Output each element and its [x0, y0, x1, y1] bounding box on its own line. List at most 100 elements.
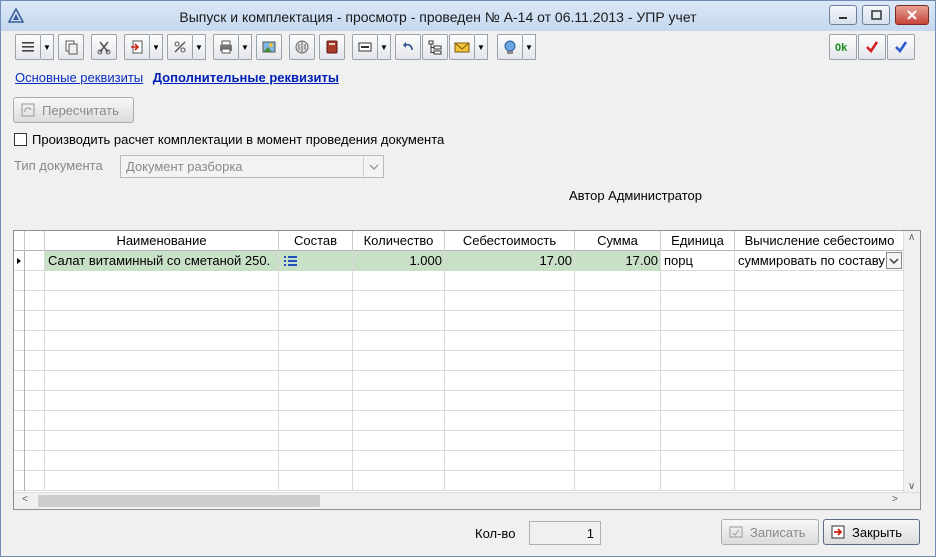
- tree-button[interactable]: [422, 34, 448, 60]
- import-button[interactable]: [124, 34, 150, 60]
- network-button[interactable]: [497, 34, 523, 60]
- scroll-down-icon[interactable]: ∨: [908, 481, 915, 492]
- empty-cell[interactable]: [735, 351, 904, 371]
- empty-cell[interactable]: [735, 451, 904, 471]
- cell-cost[interactable]: 17.00: [445, 251, 575, 271]
- save-button[interactable]: Записать: [721, 519, 819, 545]
- empty-cell[interactable]: [45, 291, 279, 311]
- col-header-name[interactable]: Наименование: [45, 231, 279, 251]
- empty-cell[interactable]: [279, 351, 353, 371]
- recalculate-button[interactable]: Пересчитать: [13, 97, 134, 123]
- empty-cell[interactable]: [25, 371, 45, 391]
- cut-button[interactable]: [91, 34, 117, 60]
- empty-cell[interactable]: [735, 371, 904, 391]
- card-dropdown[interactable]: ▼: [378, 34, 391, 60]
- empty-cell[interactable]: [445, 391, 575, 411]
- picture-button[interactable]: [256, 34, 282, 60]
- empty-cell[interactable]: [353, 451, 445, 471]
- empty-cell[interactable]: [445, 311, 575, 331]
- empty-cell[interactable]: [279, 411, 353, 431]
- list-menu-button[interactable]: [15, 34, 41, 60]
- empty-cell[interactable]: [353, 431, 445, 451]
- empty-row[interactable]: [14, 351, 920, 371]
- empty-cell[interactable]: [735, 471, 904, 491]
- empty-cell[interactable]: [45, 471, 279, 491]
- empty-cell[interactable]: [575, 391, 661, 411]
- empty-cell[interactable]: [353, 471, 445, 491]
- tab-main-details[interactable]: Основные реквизиты: [15, 70, 143, 85]
- empty-cell[interactable]: [353, 311, 445, 331]
- empty-cell[interactable]: [45, 331, 279, 351]
- print-dropdown[interactable]: ▼: [239, 34, 252, 60]
- empty-cell[interactable]: [575, 271, 661, 291]
- empty-cell[interactable]: [445, 331, 575, 351]
- empty-cell[interactable]: [353, 351, 445, 371]
- empty-cell[interactable]: [575, 411, 661, 431]
- empty-cell[interactable]: [353, 411, 445, 431]
- cell-name[interactable]: Салат витаминный со сметаной 250.: [45, 251, 279, 271]
- minimize-button[interactable]: [829, 5, 857, 25]
- structure-button[interactable]: [289, 34, 315, 60]
- empty-cell[interactable]: [45, 351, 279, 371]
- empty-cell[interactable]: [279, 371, 353, 391]
- empty-cell[interactable]: [25, 471, 45, 491]
- empty-cell[interactable]: [45, 371, 279, 391]
- empty-cell[interactable]: [25, 411, 45, 431]
- import-dropdown[interactable]: ▼: [150, 34, 163, 60]
- horizontal-scrollbar[interactable]: < >: [14, 492, 920, 509]
- empty-cell[interactable]: [445, 291, 575, 311]
- calc-on-post-checkbox[interactable]: [14, 133, 27, 146]
- empty-row[interactable]: [14, 471, 920, 491]
- maximize-button[interactable]: [862, 5, 890, 25]
- network-dropdown[interactable]: ▼: [523, 34, 536, 60]
- empty-row[interactable]: [14, 431, 920, 451]
- empty-cell[interactable]: [25, 351, 45, 371]
- book-button[interactable]: [319, 34, 345, 60]
- scroll-up-icon[interactable]: ∧: [908, 232, 915, 243]
- empty-cell[interactable]: [279, 431, 353, 451]
- tab-additional-details[interactable]: Дополнительные реквизиты: [153, 70, 339, 85]
- empty-cell[interactable]: [575, 351, 661, 371]
- list-menu-dropdown[interactable]: ▼: [41, 34, 54, 60]
- cell-composition[interactable]: [279, 251, 353, 271]
- empty-row[interactable]: [14, 451, 920, 471]
- percent-button[interactable]: [167, 34, 193, 60]
- col-header-unit[interactable]: Единица: [661, 231, 735, 251]
- ok-button[interactable]: 0k: [829, 34, 857, 60]
- col-header-sum[interactable]: Сумма: [575, 231, 661, 251]
- empty-cell[interactable]: [25, 331, 45, 351]
- empty-cell[interactable]: [279, 391, 353, 411]
- empty-cell[interactable]: [575, 311, 661, 331]
- empty-row[interactable]: [14, 391, 920, 411]
- empty-cell[interactable]: [45, 431, 279, 451]
- empty-cell[interactable]: [445, 411, 575, 431]
- empty-cell[interactable]: [353, 291, 445, 311]
- empty-cell[interactable]: [661, 391, 735, 411]
- empty-row[interactable]: [14, 371, 920, 391]
- empty-cell[interactable]: [735, 431, 904, 451]
- mail-button[interactable]: [449, 34, 475, 60]
- table-row[interactable]: Салат витаминный со сметаной 250. 1.000 …: [14, 251, 920, 271]
- empty-cell[interactable]: [661, 371, 735, 391]
- col-header-cost[interactable]: Себестоимость: [445, 231, 575, 251]
- empty-cell[interactable]: [279, 331, 353, 351]
- print-button[interactable]: [213, 34, 239, 60]
- apply-button[interactable]: [887, 34, 915, 60]
- col-header-cost-calc[interactable]: Вычисление себестоимо: [735, 231, 904, 251]
- empty-cell[interactable]: [279, 271, 353, 291]
- empty-cell[interactable]: [45, 411, 279, 431]
- cell-unit[interactable]: порц: [661, 251, 735, 271]
- empty-cell[interactable]: [25, 311, 45, 331]
- empty-cell[interactable]: [25, 451, 45, 471]
- empty-cell[interactable]: [735, 391, 904, 411]
- post-button[interactable]: [858, 34, 886, 60]
- empty-row[interactable]: [14, 291, 920, 311]
- composition-list-icon[interactable]: [283, 254, 299, 268]
- col-header-composition[interactable]: Состав: [279, 231, 353, 251]
- empty-cell[interactable]: [279, 451, 353, 471]
- empty-row[interactable]: [14, 311, 920, 331]
- empty-cell[interactable]: [445, 471, 575, 491]
- empty-cell[interactable]: [45, 311, 279, 331]
- percent-dropdown[interactable]: ▼: [193, 34, 206, 60]
- empty-cell[interactable]: [353, 271, 445, 291]
